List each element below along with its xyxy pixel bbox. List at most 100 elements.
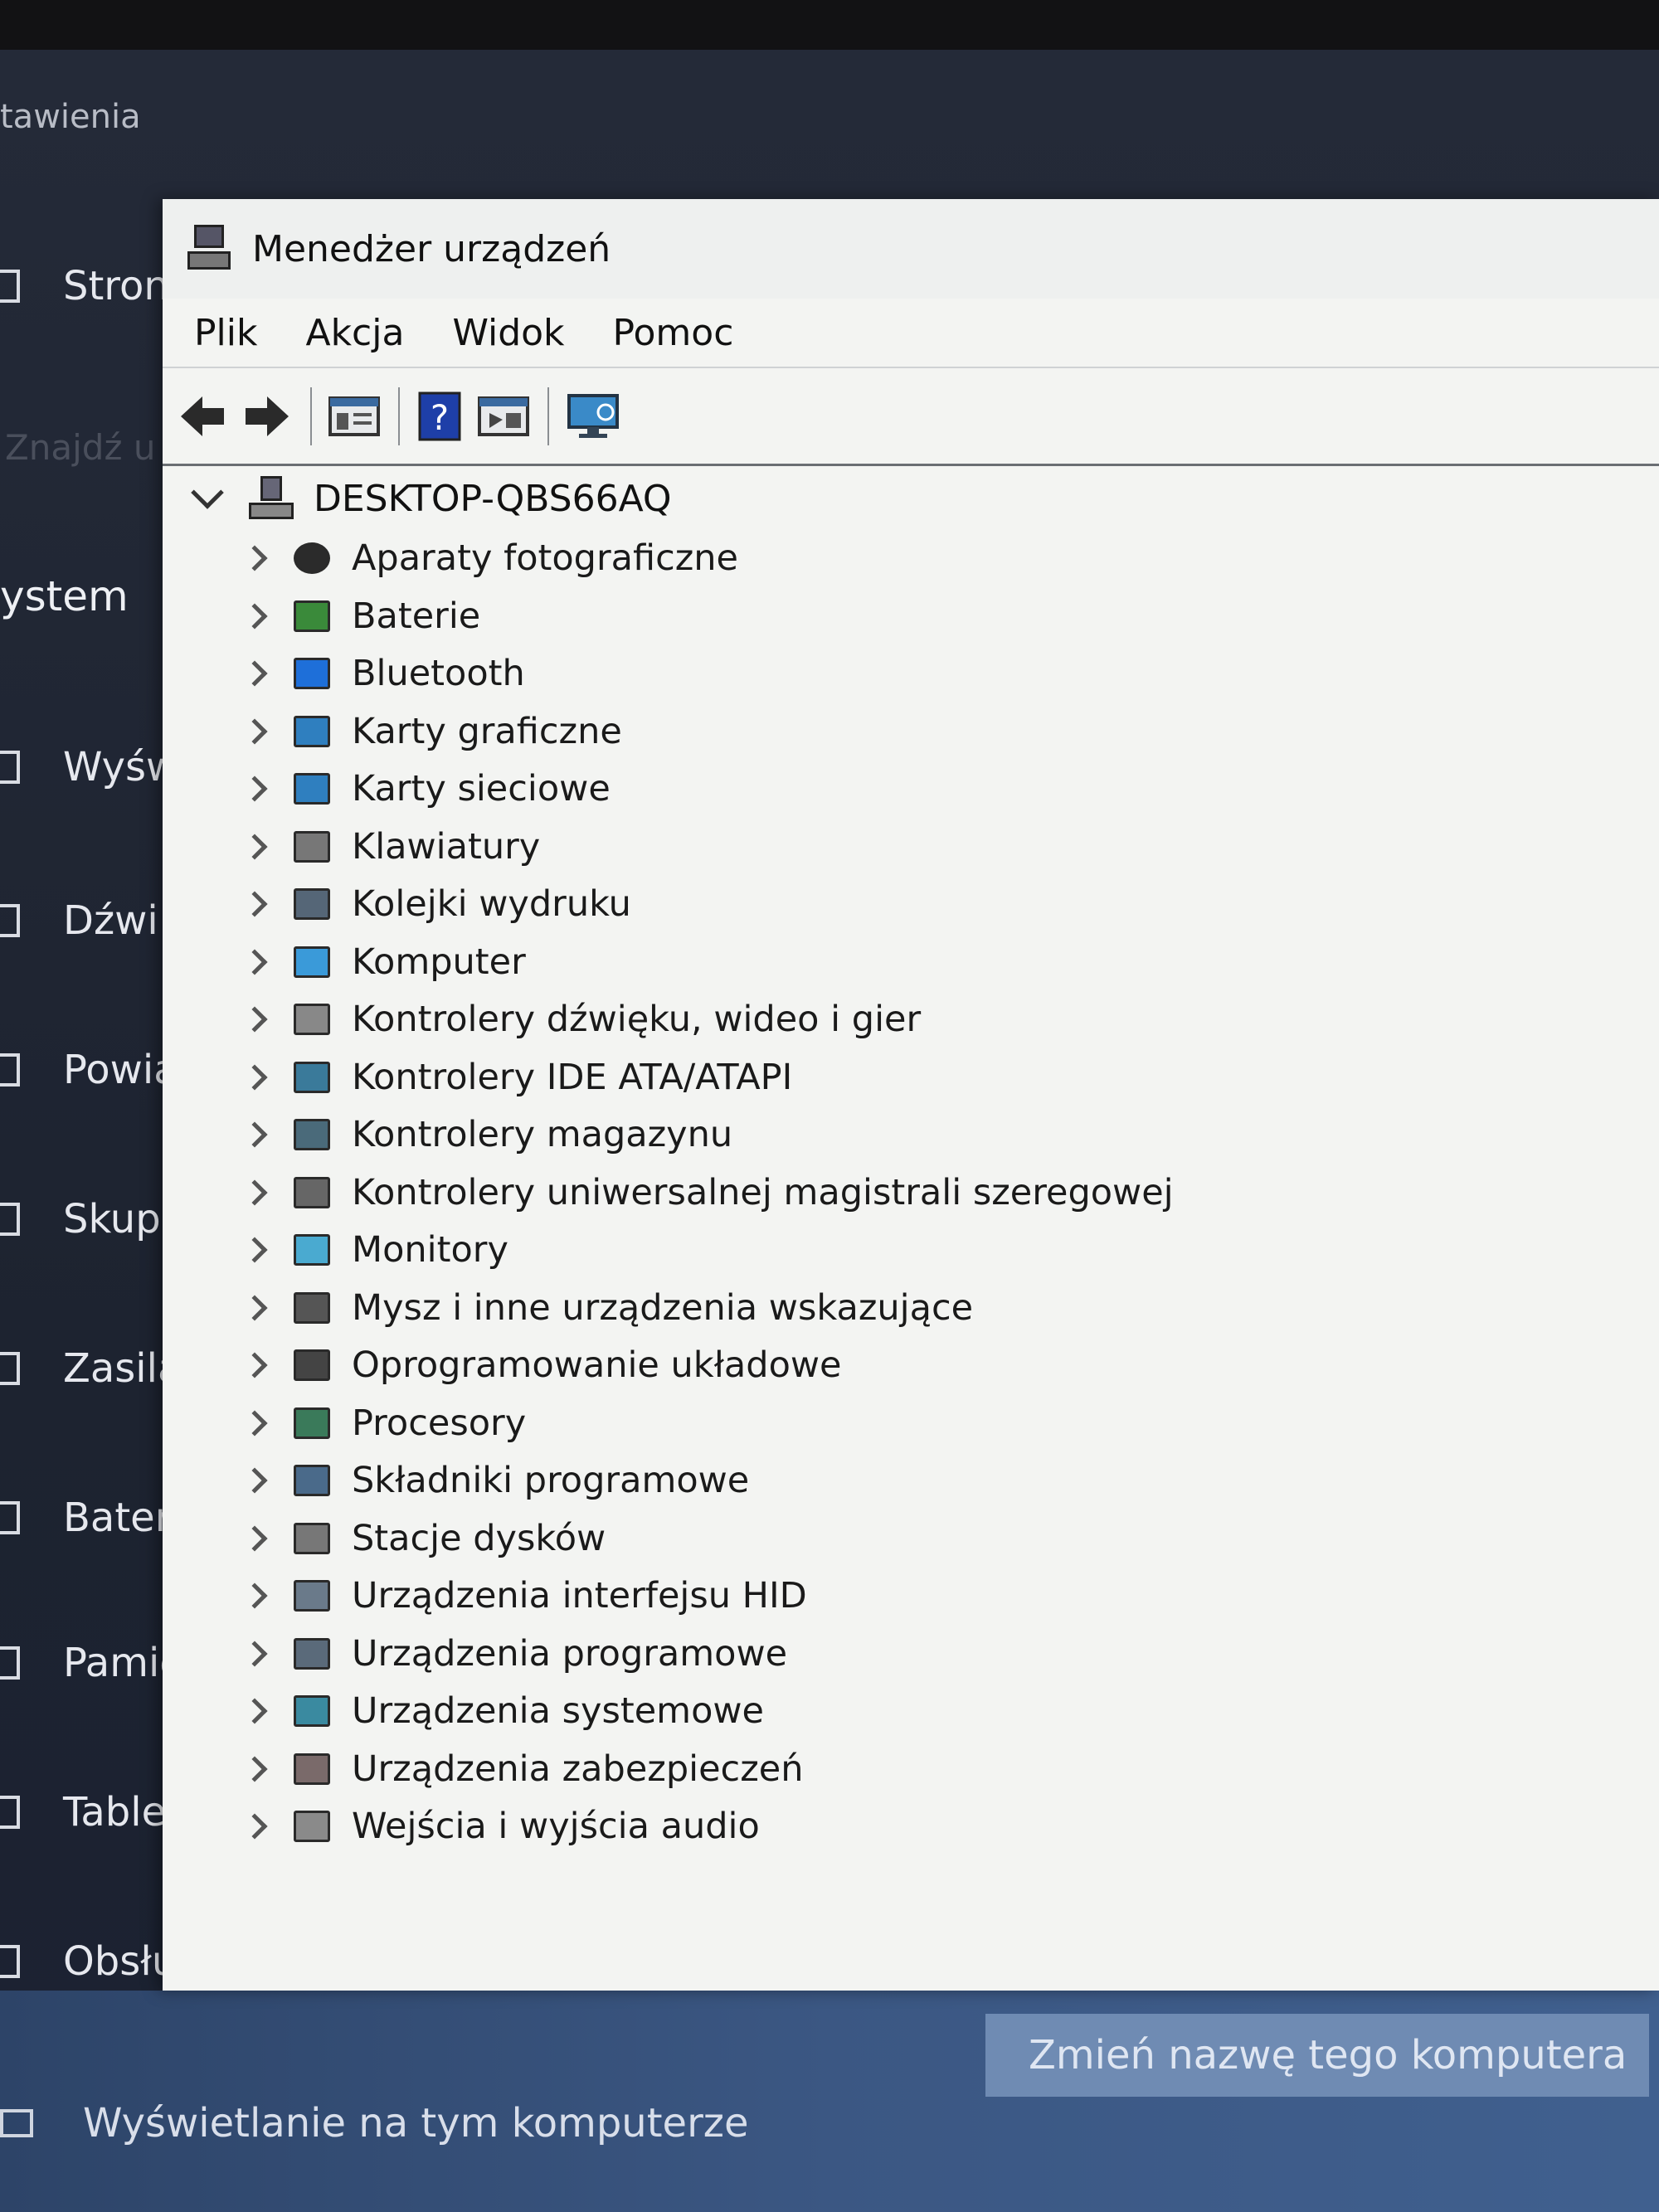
settings-nav-item[interactable]: Stron — [0, 249, 178, 323]
chevron-right-icon[interactable] — [241, 1352, 268, 1378]
device-category-row[interactable]: Składniki programowe — [241, 1455, 750, 1506]
chevron-right-icon[interactable] — [241, 1756, 268, 1782]
project-to-this-pc-label: Wyświetlanie na tym komputerze — [83, 2100, 749, 2146]
device-category-label: Klawiatury — [352, 826, 541, 868]
device-category-label: Monitory — [352, 1229, 508, 1271]
device-category-label: Kontrolery magazynu — [352, 1114, 733, 1155]
chevron-right-icon[interactable] — [241, 1813, 268, 1840]
device-category-row[interactable]: Komputer — [241, 936, 526, 988]
chevron-right-icon[interactable] — [241, 1179, 268, 1206]
screen-bezel — [0, 0, 1659, 50]
scan-hardware-icon[interactable] — [566, 387, 620, 445]
project-to-this-pc-link[interactable]: Wyświetlanie na tym komputerze — [0, 2090, 749, 2156]
chevron-right-icon[interactable] — [241, 1121, 268, 1148]
device-category-row[interactable]: Karty sieciowe — [241, 763, 611, 814]
system-device-icon — [290, 1689, 333, 1733]
device-category-row[interactable]: Stacje dysków — [241, 1513, 606, 1564]
help-icon[interactable]: ? — [416, 387, 463, 445]
settings-nav-item[interactable]: Pamię — [0, 1626, 178, 1700]
chevron-right-icon[interactable] — [241, 834, 268, 860]
menu-bar: Plik Akcja Widok Pomoc — [163, 299, 1659, 367]
menu-help[interactable]: Pomoc — [613, 312, 734, 354]
device-category-row[interactable]: Procesory — [241, 1398, 526, 1449]
device-category-row[interactable]: Kontrolery dźwięku, wideo i gier — [241, 994, 921, 1045]
device-category-row[interactable]: Kontrolery IDE ATA/ATAPI — [241, 1052, 792, 1103]
settings-nav-item[interactable]: Wyśw — [0, 730, 178, 805]
chevron-right-icon[interactable] — [241, 718, 268, 745]
chevron-right-icon[interactable] — [241, 660, 268, 687]
device-category-row[interactable]: Bluetooth — [241, 648, 525, 699]
toolbar: ? — [163, 367, 1659, 466]
rename-computer-button[interactable]: Zmień nazwę tego komputera — [985, 2014, 1649, 2097]
device-category-row[interactable]: Kolejki wydruku — [241, 878, 631, 930]
device-category-row[interactable]: Baterie — [241, 591, 481, 642]
settings-nav-item[interactable]: Powia — [0, 1033, 178, 1107]
device-category-row[interactable]: Mysz i inne urządzenia wskazujące — [241, 1282, 973, 1334]
forward-icon[interactable] — [242, 387, 292, 445]
device-category-label: Urządzenia systemowe — [352, 1690, 764, 1732]
title-bar[interactable]: Menedżer urządzeń — [163, 199, 1659, 299]
settings-title: tawienia — [0, 98, 141, 136]
multitasking-icon — [0, 1945, 20, 1978]
settings-nav-item[interactable]: Obsłu — [0, 1924, 178, 1999]
update-driver-icon[interactable] — [478, 387, 529, 445]
menu-file[interactable]: Plik — [194, 312, 257, 354]
chevron-down-icon[interactable] — [191, 476, 224, 509]
device-category-row[interactable]: Wejścia i wyjścia audio — [241, 1801, 760, 1852]
chevron-right-icon[interactable] — [241, 949, 268, 975]
device-category-row[interactable]: Urządzenia interfejsu HID — [241, 1570, 807, 1621]
settings-nav-item[interactable]: Table — [0, 1775, 178, 1850]
chevron-right-icon[interactable] — [241, 1698, 268, 1724]
chevron-right-icon[interactable] — [241, 1582, 268, 1609]
keyboard-icon — [290, 825, 333, 868]
back-icon[interactable] — [178, 387, 227, 445]
device-category-row[interactable]: Kontrolery uniwersalnej magistrali szere… — [241, 1167, 1174, 1218]
settings-nav-label: Pamię — [63, 1640, 178, 1686]
chevron-right-icon[interactable] — [241, 1006, 268, 1033]
settings-nav-item[interactable]: Zasila — [0, 1331, 178, 1406]
notifications-icon — [0, 1053, 20, 1087]
device-category-label: Baterie — [352, 596, 481, 637]
device-category-row[interactable]: Kontrolery magazynu — [241, 1109, 733, 1160]
chevron-right-icon[interactable] — [241, 1467, 268, 1494]
processor-icon — [290, 1402, 333, 1445]
device-category-row[interactable]: Urządzenia programowe — [241, 1628, 787, 1680]
chevron-right-icon[interactable] — [241, 1641, 268, 1667]
settings-nav-item[interactable]: Bater — [0, 1480, 178, 1555]
focus-icon — [0, 1203, 20, 1236]
device-category-label: Aparaty fotograficzne — [352, 537, 739, 579]
chevron-right-icon[interactable] — [241, 1295, 268, 1321]
chevron-right-icon[interactable] — [241, 1064, 268, 1091]
chevron-right-icon[interactable] — [241, 1410, 268, 1437]
device-category-label: Składniki programowe — [352, 1460, 750, 1501]
chevron-right-icon[interactable] — [241, 775, 268, 802]
device-category-row[interactable]: Urządzenia systemowe — [241, 1685, 764, 1737]
chevron-right-icon[interactable] — [241, 1237, 268, 1263]
device-category-row[interactable]: Klawiatury — [241, 821, 541, 873]
device-category-row[interactable]: Aparaty fotograficzne — [241, 532, 739, 584]
device-category-label: Komputer — [352, 941, 526, 983]
chevron-right-icon[interactable] — [241, 891, 268, 917]
device-category-row[interactable]: Urządzenia zabezpieczeń — [241, 1743, 803, 1795]
chevron-right-icon[interactable] — [241, 1525, 268, 1552]
chevron-right-icon[interactable] — [241, 603, 268, 630]
chevron-right-icon[interactable] — [241, 545, 268, 571]
settings-nav-item[interactable]: Skup — [0, 1182, 178, 1257]
device-category-row[interactable]: Oprogramowanie układowe — [241, 1339, 842, 1391]
menu-action[interactable]: Akcja — [305, 312, 404, 354]
computer-name: DESKTOP-QBS66AQ — [314, 477, 672, 520]
disk-drive-icon — [290, 1517, 333, 1560]
settings-search-hint: Znajdź u — [5, 427, 156, 468]
menu-view[interactable]: Widok — [452, 312, 564, 354]
device-manager-window: Menedżer urządzeń Plik Akcja Widok Pomoc… — [163, 199, 1659, 1991]
settings-nav-item[interactable]: Dźwi — [0, 883, 178, 958]
device-category-row[interactable]: Monitory — [241, 1224, 508, 1276]
toolbar-separator — [310, 386, 312, 445]
tree-root-computer[interactable]: DESKTOP-QBS66AQ — [179, 473, 672, 524]
monitor-icon — [290, 1228, 333, 1271]
mouse-icon — [290, 1286, 333, 1330]
device-category-row[interactable]: Karty graficzne — [241, 706, 622, 757]
tablet-icon — [0, 1796, 20, 1829]
properties-icon[interactable] — [328, 387, 380, 445]
device-tree: DESKTOP-QBS66AQ Aparaty fotograficzne Bat… — [163, 473, 1659, 1991]
